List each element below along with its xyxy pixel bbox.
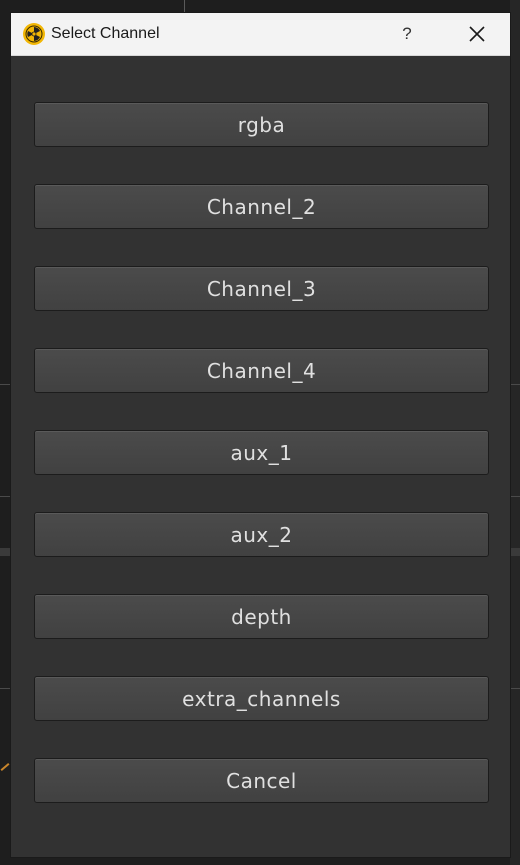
select-channel-dialog: Select Channel ? rgba Channel_2 Channel_… bbox=[10, 12, 511, 858]
cancel-button[interactable]: Cancel bbox=[34, 758, 489, 803]
channel-button-aux-2[interactable]: aux_2 bbox=[34, 512, 489, 557]
background-panel bbox=[510, 0, 520, 865]
channel-button-aux-1[interactable]: aux_1 bbox=[34, 430, 489, 475]
close-icon bbox=[469, 26, 485, 42]
nuke-app-icon bbox=[23, 23, 45, 45]
dialog-titlebar[interactable]: Select Channel ? bbox=[11, 13, 510, 56]
close-button[interactable] bbox=[457, 13, 497, 55]
channel-button-channel-2[interactable]: Channel_2 bbox=[34, 184, 489, 229]
channel-button-channel-3[interactable]: Channel_3 bbox=[34, 266, 489, 311]
channel-button-list: rgba Channel_2 Channel_3 Channel_4 aux_1… bbox=[34, 102, 489, 840]
channel-button-channel-4[interactable]: Channel_4 bbox=[34, 348, 489, 393]
background-node-link bbox=[0, 763, 10, 771]
channel-button-depth[interactable]: depth bbox=[34, 594, 489, 639]
channel-button-rgba[interactable]: rgba bbox=[34, 102, 489, 147]
channel-button-extra-channels[interactable]: extra_channels bbox=[34, 676, 489, 721]
dialog-title: Select Channel bbox=[51, 25, 160, 42]
help-button[interactable]: ? bbox=[395, 13, 419, 55]
